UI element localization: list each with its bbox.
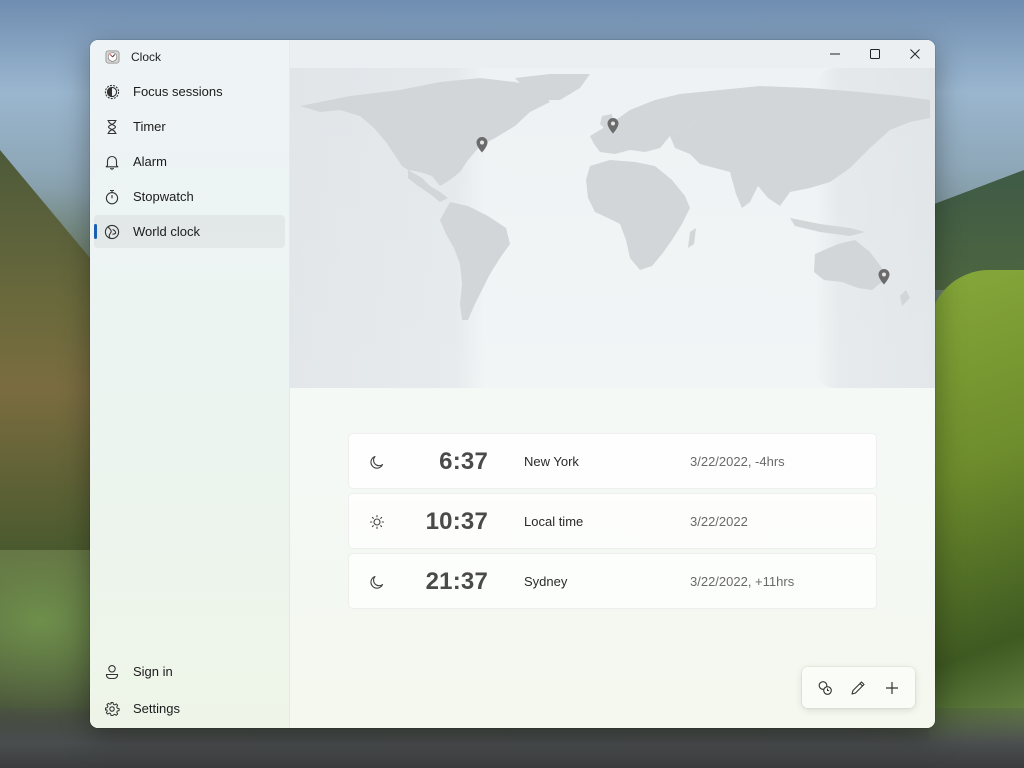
sidebar-item-focus-sessions[interactable]: Focus sessions [94, 75, 285, 108]
world-map [290, 68, 935, 388]
sidebar-item-label: Stopwatch [133, 189, 194, 204]
hourglass-icon [104, 119, 120, 135]
app-title: Clock [131, 49, 162, 64]
sidebar-item-label: Alarm [133, 154, 167, 169]
clock-time: 21:37 [425, 568, 488, 595]
continent-south-america [440, 202, 510, 320]
continent-africa [586, 160, 690, 270]
bell-icon [104, 154, 120, 170]
sidebar-item-stopwatch[interactable]: Stopwatch [94, 180, 285, 213]
world-clock-list: 6:37 New York 3/22/2022, -4hrs 10:37 Loc… [348, 433, 877, 613]
location-pin-icon[interactable] [606, 117, 620, 135]
maximize-button[interactable] [855, 40, 895, 68]
clock-date: 3/22/2022, -4hrs [690, 454, 785, 469]
focus-icon [104, 84, 120, 100]
close-button[interactable] [895, 40, 935, 68]
location-pin-icon[interactable] [877, 268, 891, 286]
clock-city: New York [524, 454, 579, 469]
title-bar [290, 40, 935, 68]
sidebar: Clock Focus sessions Timer Alarm Stopwat… [90, 40, 290, 728]
continent-australia [814, 240, 882, 290]
sun-icon [368, 513, 386, 531]
minimize-button[interactable] [815, 40, 855, 68]
sidebar-item-timer[interactable]: Timer [94, 110, 285, 143]
sidebar-item-settings[interactable]: Settings [94, 691, 285, 726]
close-icon [910, 49, 920, 59]
wallpaper-moss [929, 270, 1024, 768]
clock-time: 6:37 [439, 448, 488, 475]
continent-north-america [300, 78, 550, 186]
app-title-bar: Clock [90, 40, 289, 73]
clock-card-local-time[interactable]: 10:37 Local time 3/22/2022 [348, 493, 877, 549]
edit-button[interactable] [843, 673, 873, 703]
person-icon [104, 664, 120, 680]
sidebar-item-alarm[interactable]: Alarm [94, 145, 285, 178]
moon-icon [368, 453, 386, 471]
clock-app-icon [104, 49, 120, 65]
clock-city: Sydney [524, 574, 568, 589]
sidebar-item-label: Sign in [133, 664, 173, 679]
sidebar-item-sign-in[interactable]: Sign in [94, 654, 285, 689]
world-map-continents [300, 74, 930, 320]
clock-time: 10:37 [425, 508, 488, 535]
add-city-button[interactable] [877, 673, 907, 703]
clock-city: Local time [524, 514, 584, 529]
clock-date: 3/22/2022 [690, 514, 748, 529]
continent-madagascar [688, 228, 696, 248]
sidebar-item-label: Timer [133, 119, 166, 134]
sidebar-item-world-clock[interactable]: World clock [94, 215, 285, 248]
maximize-icon [870, 49, 880, 59]
sidebar-nav: Focus sessions Timer Alarm Stopwatch Wor… [90, 75, 289, 248]
compare-time-icon [818, 680, 832, 695]
clock-app-window: Clock Focus sessions Timer Alarm Stopwat… [90, 40, 935, 728]
edit-pencil-icon [851, 680, 866, 695]
continent-indonesia [790, 218, 865, 236]
gear-icon [104, 701, 120, 717]
location-pin-icon[interactable] [475, 136, 489, 154]
command-bar [802, 667, 915, 708]
stopwatch-icon [104, 189, 120, 205]
clock-card-sydney[interactable]: 21:37 Sydney 3/22/2022, +11hrs [348, 553, 877, 609]
globe-icon [104, 224, 120, 240]
continent-new-zealand [900, 290, 910, 306]
clock-date: 3/22/2022, +11hrs [690, 574, 795, 589]
sidebar-bottom-nav: Sign in Settings [90, 652, 289, 726]
wallpaper-mountain-left [0, 150, 100, 550]
add-icon [886, 681, 899, 694]
sidebar-item-label: World clock [133, 224, 200, 239]
minimize-icon [830, 53, 840, 55]
sidebar-item-label: Focus sessions [133, 84, 223, 99]
sidebar-item-label: Settings [133, 701, 180, 716]
moon-icon [368, 573, 386, 591]
continent-asia [670, 86, 930, 206]
compare-time-button[interactable] [810, 673, 840, 703]
clock-card-new-york[interactable]: 6:37 New York 3/22/2022, -4hrs [348, 433, 877, 489]
world-clock-page: 6:37 New York 3/22/2022, -4hrs 10:37 Loc… [290, 40, 935, 728]
